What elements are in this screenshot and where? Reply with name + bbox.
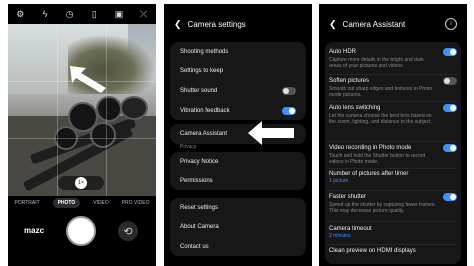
divider [329, 168, 457, 169]
earbuds-case [120, 96, 148, 120]
mode-pro-video[interactable]: PRO VIDEO [122, 200, 150, 206]
setting-description: Touch and hold the Shutter button to rec… [329, 153, 426, 165]
setting-description: Let the camera choose the best lens base… [329, 113, 432, 125]
settings-group-privacy: Privacy Notice Permissions [170, 152, 306, 190]
mode-video[interactable]: VIDEO [93, 200, 109, 206]
divider [329, 101, 457, 102]
settings-item-about-camera[interactable]: About Camera [170, 217, 306, 237]
faster-shutter-toggle[interactable] [443, 193, 457, 201]
setting-title: Number of pictures after timer [329, 171, 409, 177]
auto-lens-switching-toggle[interactable] [443, 104, 457, 112]
setting-value: 1 picture [329, 178, 349, 184]
settings-item-shooting-methods[interactable]: Shooting methods [170, 42, 306, 61]
setting-auto-hdr[interactable]: Auto HDR Capture more details in the bri… [329, 48, 457, 69]
setting-description: Speed up the shutter by capturing fewer … [329, 202, 436, 214]
watch-face [90, 122, 116, 148]
divider [329, 244, 457, 245]
gallery-thumbnail[interactable]: mazc [24, 222, 44, 240]
setting-faster-shutter[interactable]: Faster shutter Speed up the shutter by c… [329, 193, 457, 214]
setting-title: Camera timeout [329, 226, 372, 232]
divider [329, 221, 457, 222]
setting-title: Soften pictures [329, 78, 370, 84]
mode-photo[interactable]: PHOTO [52, 198, 81, 208]
shutter-button[interactable] [66, 216, 96, 246]
settings-item-contact-us[interactable]: Contact us [170, 237, 306, 256]
mode-selector: PORTRAIT PHOTO VIDEO PRO VIDEO [8, 197, 156, 209]
soften-pictures-toggle[interactable] [443, 77, 457, 85]
setting-title: Clean preview on HDMI displays [329, 248, 416, 254]
setting-value: 2 minutes [329, 233, 351, 239]
settings-item-label: Reset settings [180, 204, 219, 211]
shutter-row: mazc ⟲ [8, 216, 156, 246]
settings-item-label: Vibration feedback [180, 107, 230, 114]
setting-clean-preview-hdmi[interactable]: Clean preview on HDMI displays [329, 248, 457, 254]
settings-item-label: Contact us [180, 243, 209, 250]
vibration-feedback-toggle[interactable] [282, 106, 296, 115]
setting-description: Capture more details in the bright and d… [329, 57, 424, 69]
settings-item-label: Settings to keep [180, 68, 224, 74]
setting-title: Auto HDR [329, 49, 357, 55]
flip-camera-icon[interactable]: ⟲ [118, 221, 138, 241]
zoom-control[interactable]: 1× [58, 176, 104, 190]
mode-portrait[interactable]: PORTRAIT [14, 200, 39, 206]
settings-item-label: Shutter sound [180, 88, 218, 94]
aspect-ratio-icon[interactable]: ▯ [87, 9, 101, 20]
back-arrow-icon[interactable]: ❮ [174, 19, 182, 30]
camera-screen: ⚙ ϟ ◷ ▯ ▣ ⤫ 1× PORTRAIT PHOTO VIDEO PRO … [8, 4, 156, 266]
video-recording-toggle[interactable] [443, 144, 457, 152]
grid-line [106, 24, 107, 196]
pointer-arrow-icon [248, 121, 294, 145]
settings-group-general: Shooting methods Settings to keep Shutte… [170, 42, 306, 120]
settings-item-label: About Camera [180, 224, 219, 230]
motion-photo-icon[interactable]: ▣ [112, 9, 126, 20]
setting-title: Video recording in Photo mode [329, 145, 412, 151]
settings-item-settings-to-keep[interactable]: Settings to keep [170, 61, 306, 81]
camera-assistant-screen: ❮ Camera Assistant i Auto HDR Capture mo… [319, 4, 467, 266]
flash-icon[interactable]: ϟ [38, 9, 52, 19]
setting-camera-timeout[interactable]: Camera timeout 2 minutes [329, 226, 457, 239]
setting-title: Auto lens switching [329, 105, 381, 111]
divider [329, 141, 457, 142]
setting-description: Smooth out sharp edges and textures in P… [329, 86, 433, 98]
watch-face [96, 96, 122, 122]
info-icon[interactable]: i [445, 18, 457, 30]
setting-title: Faster shutter [329, 194, 367, 200]
settings-item-label: Permissions [180, 177, 213, 184]
camera-top-bar: ⚙ ϟ ◷ ▯ ▣ ⤫ [8, 4, 156, 24]
camera-settings-screen: ❮ Camera settings Shooting methods Setti… [164, 4, 312, 266]
settings-item-shutter-sound[interactable]: Shutter sound [170, 81, 306, 101]
privacy-section-header: Privacy [180, 144, 197, 150]
settings-header: ❮ Camera settings [164, 4, 312, 44]
shutter-sound-toggle[interactable] [282, 87, 296, 95]
settings-item-permissions[interactable]: Permissions [170, 171, 306, 190]
settings-item-label: Shooting methods [180, 48, 229, 55]
settings-item-vibration-feedback[interactable]: Vibration feedback [170, 101, 306, 120]
assistant-header: ❮ Camera Assistant i [319, 4, 467, 44]
grid-line [8, 138, 156, 139]
grid-line [57, 24, 58, 196]
viewfinder[interactable]: 1× [8, 24, 156, 196]
settings-item-label: Privacy Notice [180, 158, 219, 165]
divider [329, 74, 457, 75]
settings-item-privacy-notice[interactable]: Privacy Notice [170, 152, 306, 171]
filter-icon[interactable]: ⤫ [137, 9, 151, 20]
page-title: Camera settings [187, 19, 246, 29]
zoom-level[interactable]: 1× [75, 177, 87, 189]
setting-video-recording-photo-mode[interactable]: Video recording in Photo mode Touch and … [329, 144, 457, 165]
pointer-arrow-icon [70, 66, 106, 93]
gear-icon[interactable]: ⚙ [13, 9, 27, 20]
settings-group-other: Reset settings About Camera Contact us [170, 198, 306, 256]
setting-soften-pictures[interactable]: Soften pictures Smooth out sharp edges a… [329, 77, 457, 98]
settings-item-reset-settings[interactable]: Reset settings [170, 198, 306, 217]
setting-pictures-after-timer[interactable]: Number of pictures after timer 1 picture [329, 171, 457, 184]
auto-hdr-toggle[interactable] [443, 48, 457, 56]
back-arrow-icon[interactable]: ❮ [329, 19, 337, 30]
setting-auto-lens-switching[interactable]: Auto lens switching Let the camera choos… [329, 104, 457, 125]
page-title: Camera Assistant [342, 19, 406, 29]
divider [329, 190, 457, 191]
timer-icon[interactable]: ◷ [63, 9, 77, 20]
